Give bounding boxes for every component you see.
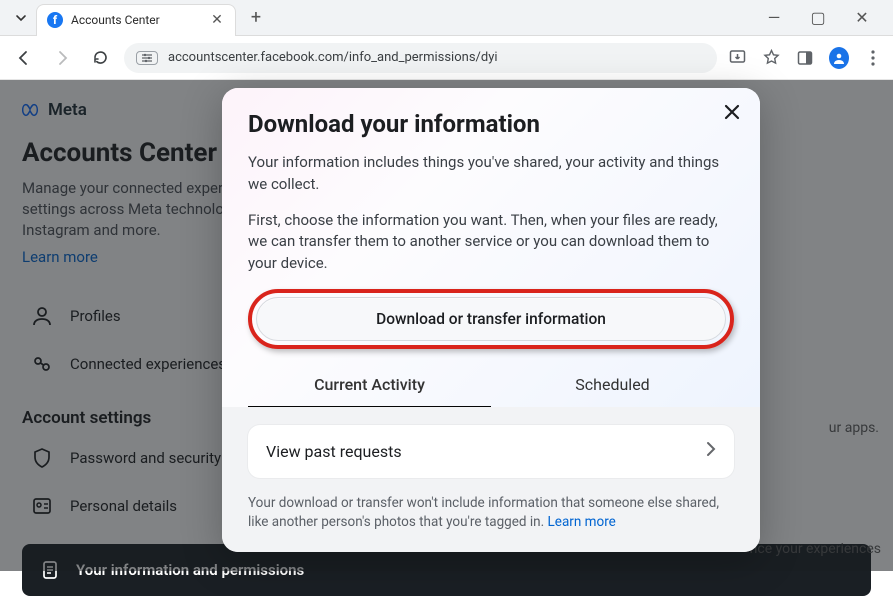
modal-paragraph: Your information includes things you've …	[248, 152, 734, 196]
modal-tabs: Current Activity Scheduled	[248, 365, 734, 407]
address-bar: accountscenter.facebook.com/info_and_per…	[0, 36, 893, 80]
footnote-text: Your download or transfer won't include …	[248, 495, 719, 530]
tab-list-dropdown[interactable]	[6, 4, 36, 32]
download-or-transfer-button[interactable]: Download or transfer information	[256, 297, 726, 341]
browser-tab[interactable]: f Accounts Center ✕	[36, 4, 236, 36]
past-requests-label: View past requests	[266, 442, 402, 461]
url-text: accountscenter.facebook.com/info_and_per…	[168, 50, 498, 65]
browser-title-bar: f Accounts Center ✕ + — ▢ ✕	[0, 0, 893, 36]
new-tab-button[interactable]: +	[242, 4, 270, 32]
tab-close-icon[interactable]: ✕	[209, 12, 225, 28]
tab-title: Accounts Center	[71, 13, 201, 27]
side-panel-icon[interactable]	[795, 48, 815, 68]
modal-footnote: Your download or transfer won't include …	[248, 494, 734, 532]
url-box[interactable]: accountscenter.facebook.com/info_and_per…	[124, 43, 717, 73]
modal-paragraph: First, choose the information you want. …	[248, 210, 734, 275]
profile-avatar-icon[interactable]	[829, 48, 849, 68]
bookmark-star-icon[interactable]	[761, 48, 781, 68]
facebook-favicon-icon: f	[47, 12, 63, 28]
minimize-button[interactable]: —	[761, 8, 787, 27]
annotation-highlight: Download or transfer information	[248, 289, 734, 349]
footnote-learn-more-link[interactable]: Learn more	[548, 514, 616, 530]
tab-scheduled[interactable]: Scheduled	[491, 365, 734, 407]
view-past-requests-button[interactable]: View past requests	[248, 425, 734, 478]
close-window-button[interactable]: ✕	[849, 8, 875, 27]
forward-button[interactable]	[48, 44, 76, 72]
back-button[interactable]	[10, 44, 38, 72]
window-controls: — ▢ ✕	[761, 8, 887, 27]
site-settings-icon[interactable]	[136, 51, 158, 65]
modal-title: Download your information	[248, 110, 734, 138]
install-app-icon[interactable]	[727, 48, 747, 68]
maximize-button[interactable]: ▢	[805, 8, 831, 27]
tab-current-activity[interactable]: Current Activity	[248, 365, 491, 407]
chrome-menu-icon[interactable]	[863, 48, 883, 68]
download-information-modal: Download your information Your informati…	[222, 88, 760, 552]
modal-close-button[interactable]	[722, 102, 742, 128]
reload-button[interactable]	[86, 44, 114, 72]
chevron-right-icon	[706, 441, 716, 462]
